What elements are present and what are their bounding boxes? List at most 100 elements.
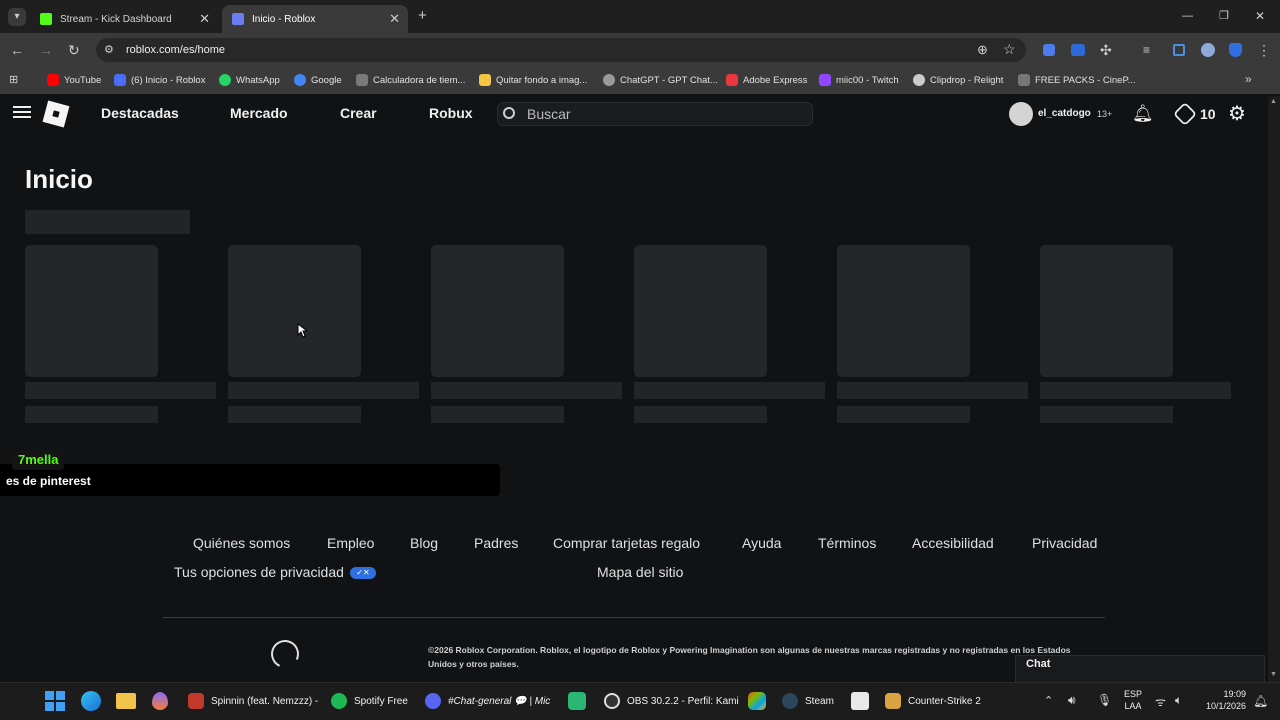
bookmark-clipdrop[interactable]: Clipdrop - Relight [913,72,1003,88]
footer-link-quienes-somos[interactable]: Quiénes somos [193,535,290,551]
bookmark-adobe-express[interactable]: Adobe Express [726,72,807,88]
search-placeholder: Buscar [527,106,571,122]
app-green-icon[interactable] [568,692,586,710]
bookmark-star-icon[interactable]: ☆ [1003,42,1016,56]
footer-link-empleo[interactable]: Empleo [327,535,374,551]
taskbar-app-spotify[interactable]: Spotify Free [331,693,408,709]
hamburger-menu-icon[interactable] [13,106,31,108]
notifications-bell-icon[interactable]: 🔔︎ [1132,104,1154,124]
new-tab-button[interactable]: + [418,8,427,23]
image-icon [479,74,491,86]
close-tab-icon[interactable]: ✕ [199,11,210,27]
bookmark-youtube[interactable]: YouTube [47,72,101,88]
close-tab-icon[interactable]: ✕ [389,11,400,27]
apps-grid-icon[interactable]: ⊞ [9,73,18,87]
taskbar-app-discord[interactable]: #Chat-general 💬 | Mic [425,693,550,709]
card-stats-skeleton [634,406,767,423]
nav-crear[interactable]: Crear [340,105,377,121]
clipdrop-icon [913,74,925,86]
microphone-icon[interactable]: 🎙︎ [1097,693,1112,707]
chat-panel[interactable] [1015,655,1265,682]
minimize-button[interactable]: — [1182,9,1193,23]
browser-menu-icon[interactable]: ⋮ [1257,43,1271,57]
footer-link-ayuda[interactable]: Ayuda [742,535,781,551]
nav-robux[interactable]: Robux [429,105,473,121]
reload-icon[interactable]: ↻ [68,43,80,57]
windows-start-icon[interactable] [45,691,65,711]
taskbar-app-steam[interactable]: Steam [782,693,834,709]
nav-destacadas[interactable]: Destacadas [101,105,179,121]
speaker-icon[interactable]: 🔈︎ [1175,693,1182,708]
bookmark-quitar-fondo[interactable]: Quitar fondo a imag... [479,72,587,88]
footer-link-privacy-choices[interactable]: Tus opciones de privacidad [174,564,344,580]
address-bar[interactable] [96,38,1026,62]
scroll-up-icon[interactable]: ▲ [1270,98,1277,105]
maximize-button[interactable]: ❐ [1219,9,1229,23]
avatar[interactable] [1009,102,1033,126]
shield-extension-icon[interactable] [1229,43,1242,57]
footer-link-blog[interactable]: Blog [410,535,438,551]
tab-kick-dashboard[interactable]: Stream - Kick Dashboard ✕ [30,5,218,33]
nav-mercado[interactable]: Mercado [230,105,288,121]
extension-icon[interactable] [1071,44,1085,56]
app-window-icon[interactable] [851,692,869,710]
page-scrollbar[interactable] [1268,96,1280,682]
extensions-puzzle-icon[interactable]: ✣ [1100,43,1112,57]
taskbar-app-cs2[interactable]: Counter-Strike 2 [885,693,981,709]
wifi-icon[interactable]: ᯤ [1155,693,1166,710]
notification-center-icon[interactable]: 🔔︎ [1253,694,1268,708]
robux-count[interactable]: 10 [1200,106,1216,122]
bookmark-chatgpt[interactable]: ChatGPT - GPT Chat... [603,72,718,88]
more-bookmarks-icon[interactable]: » [1245,72,1252,86]
footer-link-accesibilidad[interactable]: Accesibilidad [912,535,994,551]
card-stats-skeleton [25,406,158,423]
chat-message: es de pinterest [6,474,91,488]
volume-icon[interactable]: 🔊︎ [1068,693,1076,708]
loading-spinner-icon [267,636,303,672]
extension-icon[interactable] [1043,44,1055,56]
taskbar-app-spinnin[interactable]: Spinnin (feat. Nemzzz) - [188,693,318,709]
scroll-down-icon[interactable]: ▼ [1270,671,1277,678]
file-explorer-icon[interactable] [116,693,136,709]
footer-link-tarjetas-regalo[interactable]: Comprar tarjetas regalo [553,535,700,551]
language-indicator[interactable]: ESP LAA [1124,689,1142,711]
forward-arrow-icon[interactable]: → [39,43,53,57]
search-icon [503,107,515,119]
bookmark-google[interactable]: Google [294,72,342,88]
bookmark-calculadora[interactable]: Calculadora de tiem... [356,72,465,88]
media-controls-icon[interactable]: ≡ [1143,43,1150,57]
footer-link-privacidad[interactable]: Privacidad [1032,535,1097,551]
tab-roblox-home[interactable]: Inicio - Roblox ✕ [222,5,408,33]
taskbar-app-obs[interactable]: OBS 30.2.2 - Perfil: Kami [604,693,739,709]
language-layout: LAA [1124,701,1142,711]
app-drop-icon[interactable] [152,692,168,710]
tab-search-dropdown-icon[interactable]: ▾ [8,8,26,26]
side-panel-icon[interactable] [1173,44,1185,56]
tab-title: Stream - Kick Dashboard [60,13,172,25]
chat-label[interactable]: Chat [1026,658,1050,670]
bookmark-free-packs[interactable]: FREE PACKS - CineP... [1018,72,1136,88]
tray-chevron-up-icon[interactable]: ⌃ [1044,694,1053,707]
bookmark-roblox[interactable]: (6) Inicio - Roblox [114,72,205,88]
settings-gear-icon[interactable]: ⚙ [1228,101,1246,126]
bookmark-whatsapp[interactable]: WhatsApp [219,72,280,88]
game-card-skeleton [25,245,158,377]
zoom-icon[interactable]: ⊕ [977,43,988,57]
roblox-favicon-icon [232,13,244,25]
site-settings-icon[interactable]: ⚙ [104,43,114,57]
back-arrow-icon[interactable]: ← [10,43,24,57]
username-label[interactable]: el_catdogo [1038,108,1091,119]
close-window-button[interactable]: ✕ [1255,9,1265,23]
footer-link-sitemap[interactable]: Mapa del sitio [597,564,683,580]
profile-avatar-icon[interactable] [1201,43,1215,57]
footer-link-padres[interactable]: Padres [474,535,518,551]
edge-browser-icon[interactable] [81,691,101,711]
film-icon [1018,74,1030,86]
copilot-icon[interactable] [748,692,766,710]
privacy-toggle-icon[interactable]: ✓✕ [350,567,376,579]
clock-date: 10/1/2026 [1205,701,1246,711]
footer-link-terminos[interactable]: Términos [818,535,876,551]
card-stats-skeleton [431,406,564,423]
bookmark-twitch[interactable]: miic00 - Twitch [819,72,899,88]
clock[interactable]: 19:09 10/1/2026 [1200,689,1246,711]
